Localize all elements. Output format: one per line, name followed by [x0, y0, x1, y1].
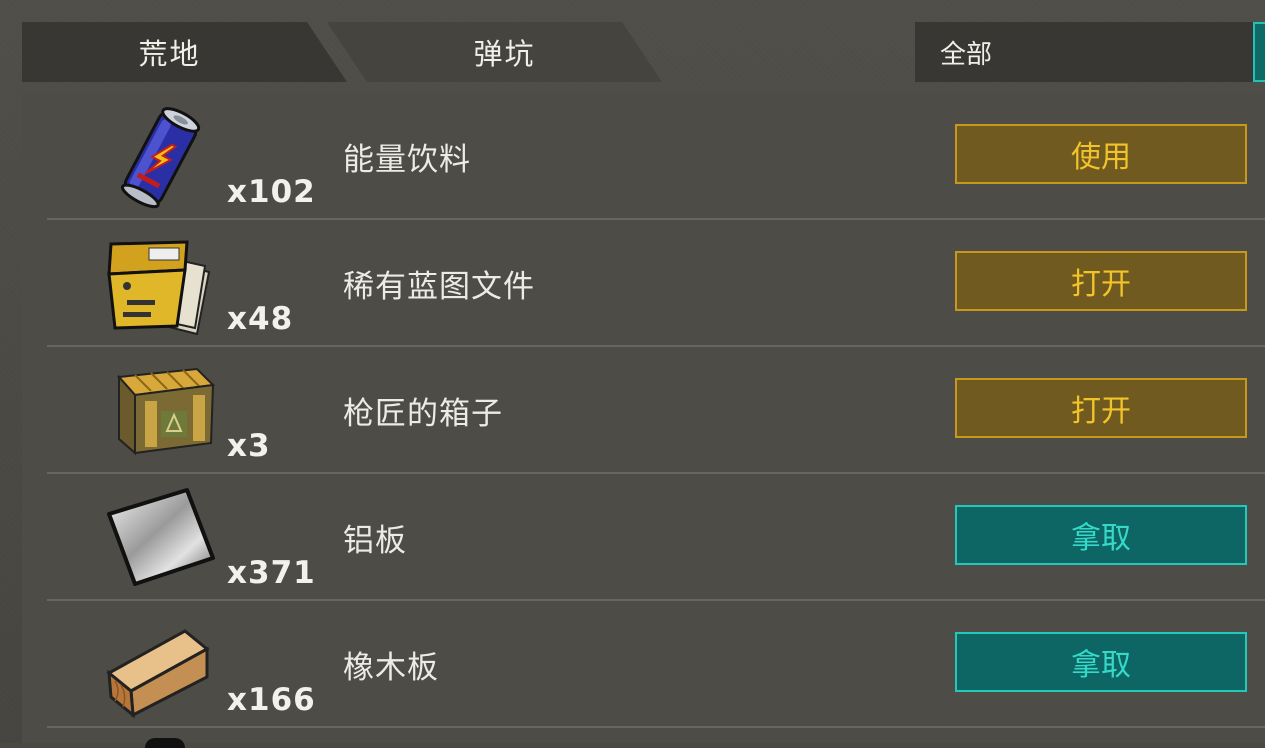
wooden-crate-icon — [105, 357, 217, 465]
item-name: 稀有蓝图文件 — [343, 269, 535, 305]
location-tab-bar: 弹坑 荒地 — [22, 22, 662, 82]
open-button[interactable]: 打开 — [955, 251, 1247, 311]
partial-item-icon — [145, 738, 185, 748]
list-item: x166 橡木板 拿取 — [47, 601, 1265, 728]
item-quantity: x102 — [227, 174, 316, 210]
aluminum-sheet-icon — [105, 484, 217, 592]
item-name: 枪匠的箱子 — [343, 396, 503, 432]
list-item: x371 铝板 拿取 — [47, 474, 1265, 601]
item-quantity: x371 — [227, 555, 316, 591]
take-button[interactable]: 拿取 — [955, 505, 1247, 565]
blueprint-binder-icon — [105, 230, 217, 338]
energy-drink-can-icon — [105, 103, 217, 211]
list-item: x48 稀有蓝图文件 打开 — [47, 220, 1265, 347]
item-name: 能量饮料 — [343, 142, 471, 178]
use-button[interactable]: 使用 — [955, 124, 1247, 184]
open-button[interactable]: 打开 — [955, 378, 1247, 438]
tab-crater[interactable]: 弹坑 — [327, 22, 662, 82]
item-quantity: x166 — [227, 682, 316, 718]
oak-plank-icon — [105, 611, 217, 719]
filter-toggle[interactable] — [1253, 22, 1265, 82]
filter-label: 全部 — [940, 39, 993, 70]
list-item: x102 能量饮料 使用 — [47, 93, 1265, 220]
item-name: 铝板 — [343, 523, 407, 559]
tab-wasteland-label: 荒地 — [138, 37, 201, 71]
take-button[interactable]: 拿取 — [955, 632, 1247, 692]
item-name: 橡木板 — [343, 650, 439, 686]
tab-wasteland[interactable]: 荒地 — [22, 22, 347, 82]
item-quantity: x48 — [227, 301, 294, 337]
item-list-panel: x102 能量饮料 使用 x48 稀有蓝图文件 打开 x3 枪匠的箱子 打开 x… — [22, 93, 1265, 743]
list-item: x3 枪匠的箱子 打开 — [47, 347, 1265, 474]
item-quantity: x3 — [227, 428, 271, 464]
filter-dropdown[interactable]: 全部 — [915, 22, 1265, 82]
tab-crater-label: 弹坑 — [473, 37, 536, 71]
